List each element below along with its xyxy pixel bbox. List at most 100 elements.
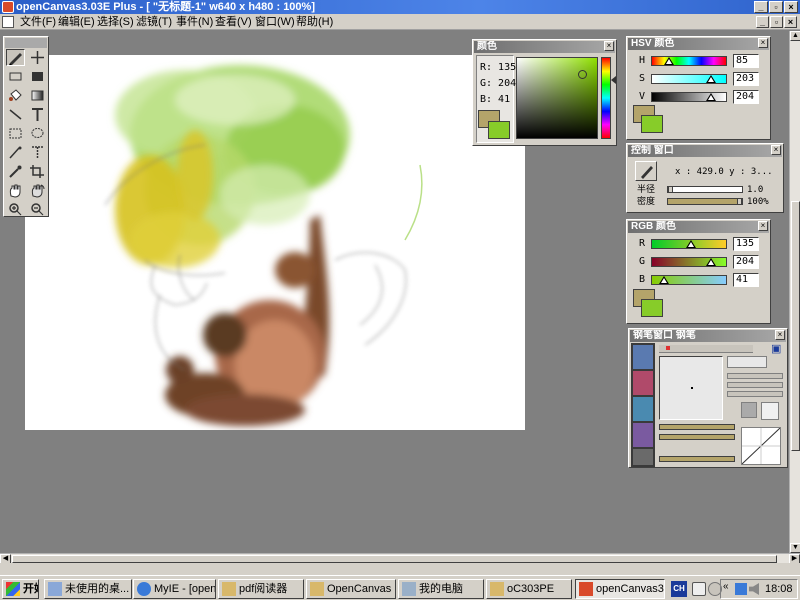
blue-slider[interactable] — [651, 275, 727, 285]
horizontal-scroll-thumb[interactable] — [12, 555, 777, 563]
s-value[interactable]: 203 — [733, 72, 759, 86]
doc-close-button[interactable]: × — [784, 16, 797, 28]
texture-swatch-2[interactable] — [761, 402, 779, 420]
airbrush-icon[interactable] — [633, 423, 653, 447]
save-icon[interactable]: ▣ — [771, 343, 783, 355]
rgb-panel-title[interactable]: RGB 颜色 — [628, 221, 769, 233]
pen-blend-slider[interactable] — [659, 456, 735, 462]
color-picker-marker[interactable] — [578, 70, 587, 79]
start-button[interactable]: 开始 — [2, 579, 39, 599]
document-icon[interactable] — [2, 16, 14, 28]
lasso-icon[interactable] — [28, 125, 47, 142]
ime-indicator[interactable]: CH — [671, 581, 687, 597]
close-icon[interactable]: × — [758, 38, 768, 48]
taskbar-item-myie[interactable]: MyIE - [openC... — [133, 579, 216, 599]
doc-restore-button[interactable]: ▫ — [770, 16, 783, 28]
menu-help[interactable]: 帮助(H) — [296, 15, 333, 29]
taskbar-item-opencanvas-p[interactable]: OpenCanvas P... — [306, 579, 396, 599]
text-icon[interactable] — [28, 106, 47, 123]
current-color-swatch[interactable] — [488, 121, 510, 139]
zoom-out-icon[interactable] — [28, 201, 47, 218]
taskbar-item-opencanvas[interactable]: openCanvas3.... — [575, 579, 665, 599]
pen-icon[interactable] — [6, 49, 25, 66]
green-slider[interactable] — [651, 257, 727, 267]
hand-icon[interactable] — [6, 182, 25, 199]
brush-param-3[interactable] — [727, 391, 783, 397]
density-slider[interactable] — [667, 198, 743, 205]
close-icon[interactable]: × — [771, 145, 781, 155]
move-icon[interactable] — [28, 49, 47, 66]
drawing-canvas[interactable] — [25, 55, 525, 430]
eyedropper-icon[interactable] — [6, 163, 25, 180]
volume-icon[interactable] — [749, 583, 759, 595]
close-icon[interactable]: × — [758, 221, 768, 231]
current-tool-icon[interactable] — [635, 161, 657, 181]
close-icon[interactable]: × — [775, 330, 785, 340]
keyboard-icon[interactable] — [692, 582, 706, 596]
radius-slider[interactable] — [667, 186, 743, 193]
hue-marker-icon[interactable] — [611, 76, 616, 84]
hue-slider[interactable] — [651, 56, 727, 66]
gradient-icon[interactable] — [28, 87, 47, 104]
color-panel-title[interactable]: 颜色 — [474, 41, 615, 53]
menu-view[interactable]: 查看(V) — [215, 15, 252, 29]
blue-slider-thumb[interactable] — [658, 276, 669, 284]
eraser-brush-icon[interactable] — [633, 449, 653, 465]
line-icon[interactable] — [6, 106, 25, 123]
v-value[interactable]: 204 — [733, 90, 759, 104]
minimize-button[interactable]: _ — [754, 1, 768, 13]
watercolor-brush-icon[interactable] — [633, 397, 653, 421]
radius-slider-thumb[interactable] — [668, 186, 673, 193]
taskbar-item-pdf[interactable]: pdf阅读器 — [218, 579, 304, 599]
hsv-panel-title[interactable]: HSV 颜色 — [628, 38, 769, 50]
menu-window[interactable]: 窗口(W) — [255, 15, 295, 29]
text-select-icon[interactable] — [28, 144, 47, 161]
current-color-swatch[interactable] — [641, 115, 663, 133]
red-slider-thumb[interactable] — [686, 240, 697, 248]
texture-swatch[interactable] — [741, 402, 757, 418]
zoom-in-icon[interactable] — [6, 201, 25, 218]
menu-select[interactable]: 选择(S) — [97, 15, 134, 29]
vertical-scrollbar[interactable]: ▲ ▼ — [789, 31, 800, 553]
fill-rect-icon[interactable] — [28, 68, 47, 85]
maximize-button[interactable]: ▫ — [769, 1, 783, 13]
pencil-brush-icon[interactable] — [633, 371, 653, 395]
tool-palette-header[interactable] — [5, 38, 47, 48]
saturation-value-field[interactable] — [516, 57, 598, 139]
tray-expand-icon[interactable]: « — [723, 581, 729, 592]
saturation-slider-thumb[interactable] — [706, 75, 717, 83]
taskbar-item-oc303pe[interactable]: oC303PE — [486, 579, 572, 599]
pressure-curve-graph[interactable] — [741, 427, 781, 465]
brush-param-1[interactable] — [727, 373, 783, 379]
taskbar-item-desktop[interactable]: 未使用的桌... — [44, 579, 132, 599]
pen-panel-title[interactable]: 钢笔窗口 钢笔 — [630, 330, 786, 342]
value-slider[interactable] — [651, 92, 727, 102]
crop-icon[interactable] — [28, 163, 47, 180]
bucket-icon[interactable] — [6, 87, 25, 104]
green-slider-thumb[interactable] — [706, 258, 717, 266]
taskbar-item-my-computer[interactable]: 我的电脑 — [398, 579, 484, 599]
pen-opacity-slider[interactable] — [659, 434, 735, 440]
current-color-swatch[interactable] — [641, 299, 663, 317]
menu-file[interactable]: 文件(F) — [20, 15, 56, 29]
pen-size-slider[interactable] — [659, 424, 735, 430]
h-value[interactable]: 85 — [733, 54, 759, 68]
scroll-up-icon[interactable]: ▲ — [790, 31, 800, 41]
rect-select-icon[interactable] — [6, 125, 25, 142]
close-icon[interactable]: × — [604, 41, 614, 51]
control-panel-title[interactable]: 控制 窗口 — [628, 145, 782, 157]
saturation-slider[interactable] — [651, 74, 727, 84]
brush-param-2[interactable] — [727, 382, 783, 388]
network-icon[interactable] — [735, 583, 747, 595]
b-value[interactable]: 41 — [733, 273, 759, 287]
horizontal-scrollbar[interactable]: ◀ ▶ — [0, 553, 800, 564]
vertical-scroll-thumb[interactable] — [791, 201, 800, 451]
pen-brush-icon[interactable] — [633, 345, 653, 369]
menu-filter[interactable]: 滤镜(T) — [136, 15, 172, 29]
eraser-icon[interactable] — [6, 68, 25, 85]
magic-wand-icon[interactable] — [6, 144, 25, 161]
g-value[interactable]: 204 — [733, 255, 759, 269]
doc-minimize-button[interactable]: _ — [756, 16, 769, 28]
red-slider[interactable] — [651, 239, 727, 249]
density-slider-thumb[interactable] — [737, 198, 742, 205]
